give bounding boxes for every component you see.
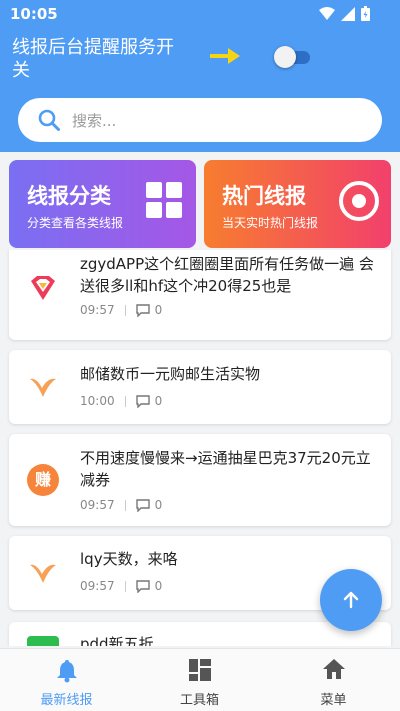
tab-menu[interactable]: 菜单	[267, 649, 400, 711]
dashboard-icon	[189, 659, 211, 681]
status-time: 10:05	[10, 5, 58, 23]
card-subtitle: 分类查看各类线报	[27, 216, 124, 230]
tab-label: 工具箱	[179, 693, 219, 708]
card-title: 线报分类	[27, 184, 111, 208]
feed-item-meta: 10:00 0	[80, 394, 162, 408]
feed-item-title: lqy天数，来咯	[80, 550, 178, 568]
comment-count-value: 0	[154, 498, 163, 512]
search-bar[interactable]: 搜索...	[18, 98, 382, 142]
earn-logo: 赚	[27, 464, 59, 496]
search-placeholder: 搜索...	[72, 112, 117, 130]
feed-item[interactable]: 邮储数币一元购邮生活实物 10:00 0	[9, 350, 391, 424]
comment-count: 0	[135, 498, 163, 512]
orange-v-logo	[30, 564, 56, 583]
tab-toolbox[interactable]: 工具箱	[133, 649, 266, 711]
green-logo	[27, 636, 59, 646]
header: 10:05 线报后台提醒服务开关 搜索...	[0, 0, 400, 152]
orange-v-logo	[30, 378, 56, 397]
meta-divider	[124, 304, 126, 316]
feed-item-title: 不用速度慢慢来→运通抽星巴克37元20元立减券	[80, 449, 371, 489]
meta-divider	[124, 395, 126, 407]
comment-count-value: 0	[154, 394, 163, 408]
search-icon	[38, 109, 60, 131]
battery-icon	[361, 6, 370, 21]
reminder-toggle[interactable]	[274, 46, 310, 68]
feed-item-meta: 09:57 0	[80, 303, 162, 317]
comment-count-value: 0	[154, 579, 163, 593]
target-icon	[339, 181, 379, 221]
feed-item-title: pdd新五折	[80, 635, 154, 646]
comment-icon	[135, 394, 150, 408]
meta-divider	[124, 499, 126, 511]
earn-logo-text: 赚	[34, 470, 51, 489]
tab-label: 菜单	[320, 693, 347, 708]
scroll-to-top-button[interactable]	[320, 569, 382, 631]
card-title: 热门线报	[222, 184, 306, 208]
tab-latest[interactable]: 最新线报	[0, 649, 133, 711]
comment-count: 0	[135, 303, 163, 317]
tab-label: 最新线报	[40, 693, 93, 708]
status-bar: 10:05	[0, 0, 400, 28]
feed-item-meta: 09:57 0	[80, 579, 162, 593]
card-subtitle: 当天实时热门线报	[222, 216, 319, 230]
comment-count: 0	[135, 579, 163, 593]
reminder-switch-label: 线报后台提醒服务开关	[12, 37, 174, 81]
signal-icon	[341, 6, 355, 21]
bottom-tab-bar: 最新线报 工具箱 菜单	[0, 648, 400, 711]
home-icon	[323, 659, 345, 679]
feed-item[interactable]: zgydAPP这个红圈圈里面所有任务做一遍 会送很多ll和hf这个冲20得25也…	[9, 250, 391, 340]
status-icons	[319, 6, 370, 21]
category-card[interactable]: 线报分类 分类查看各类线报	[9, 160, 196, 248]
feed-item-time: 09:57	[80, 498, 115, 512]
comment-count-value: 0	[154, 303, 163, 317]
arrow-right-icon	[210, 48, 240, 64]
wifi-icon	[319, 6, 335, 20]
feed-item-meta: 09:57 0	[80, 498, 162, 512]
hot-card[interactable]: 热门线报 当天实时热门线报	[204, 160, 391, 248]
arrow-up-icon	[343, 591, 359, 609]
toggle-knob	[274, 46, 296, 68]
comment-count: 0	[135, 394, 163, 408]
comment-icon	[135, 498, 150, 512]
bell-icon	[57, 660, 77, 683]
feed-item-time: 10:00	[80, 394, 115, 408]
feed-item-time: 09:57	[80, 303, 115, 317]
red-diamond-logo	[31, 276, 55, 300]
feed-item-title: zgydAPP这个红圈圈里面所有任务做一遍 会送很多ll和hf这个冲20得25也…	[80, 255, 374, 295]
meta-divider	[124, 580, 126, 592]
feed-item-time: 09:57	[80, 579, 115, 593]
feed-item[interactable]: 赚 不用速度慢慢来→运通抽星巴克37元20元立减券 09:57 0	[9, 434, 391, 526]
grid-icon	[146, 182, 182, 218]
comment-icon	[135, 303, 150, 317]
reminder-switch-row: 线报后台提醒服务开关	[12, 36, 388, 86]
feed-item-title: 邮储数币一元购邮生活实物	[80, 365, 261, 383]
comment-icon	[135, 579, 150, 593]
